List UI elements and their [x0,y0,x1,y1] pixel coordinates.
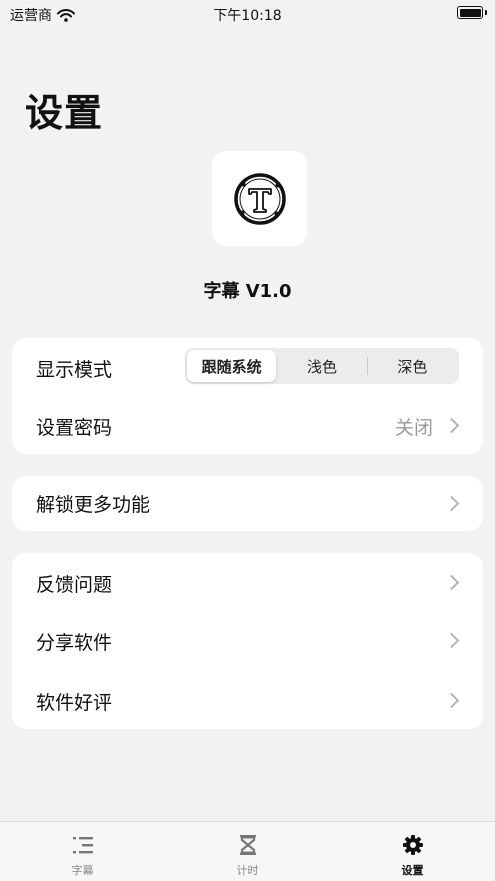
status-time: 下午10:18 [213,8,282,24]
display-mode-row: 显示模式 跟随系统 浅色 深色 [12,338,483,398]
battery-cap [485,10,487,15]
chevron-right-icon [443,632,460,649]
feedback-label: 反馈问题 [36,573,113,596]
status-bar: 运营商 下午10:18 [0,0,495,26]
app-logo [212,151,307,246]
share-label: 分享软件 [36,631,113,654]
chevron-right-icon [443,417,460,434]
review-label: 软件好评 [36,691,113,714]
chevron-right-icon [443,574,460,591]
segment-dark[interactable]: 深色 [368,350,457,382]
letter-t-logo-icon [233,172,286,225]
tab-timer-label: 计时 [236,864,259,877]
battery-icon [457,6,483,19]
settings-card-support: 反馈问题 分享软件 软件好评 [12,553,483,729]
tab-subtitles[interactable]: 字幕 [0,822,165,881]
chevron-right-icon [443,495,460,511]
password-status: 关闭 [394,416,433,439]
segment-light[interactable]: 浅色 [277,350,366,382]
gear-icon [402,834,424,856]
tab-bar: 字幕 计时 设置 [0,821,495,881]
unlock-row[interactable]: 解锁更多功能 [12,476,483,531]
share-row[interactable]: 分享软件 [12,611,483,671]
tab-settings[interactable]: 设置 [330,822,495,881]
display-mode-label: 显示模式 [36,358,113,381]
review-row[interactable]: 软件好评 [12,671,483,731]
password-row[interactable]: 设置密码 关闭 [12,396,483,456]
display-mode-segmented-control[interactable]: 跟随系统 浅色 深色 [185,348,459,384]
segment-follow-system[interactable]: 跟随系统 [187,350,277,382]
chevron-right-icon [443,692,460,709]
tab-timer[interactable]: 计时 [165,822,330,881]
page-title: 设置 [25,91,104,135]
password-label: 设置密码 [36,416,113,439]
unlock-label: 解锁更多功能 [36,494,151,516]
feedback-row[interactable]: 反馈问题 [12,553,483,613]
hourglass-icon [238,834,258,856]
settings-card-appearance: 显示模式 跟随系统 浅色 深色 设置密码 关闭 [12,338,483,454]
app-name: 字幕 V1.0 [203,281,292,302]
list-icon [72,834,94,856]
tab-subtitles-label: 字幕 [71,864,94,877]
tab-settings-label: 设置 [401,864,424,877]
settings-card-unlock: 解锁更多功能 [12,476,483,531]
